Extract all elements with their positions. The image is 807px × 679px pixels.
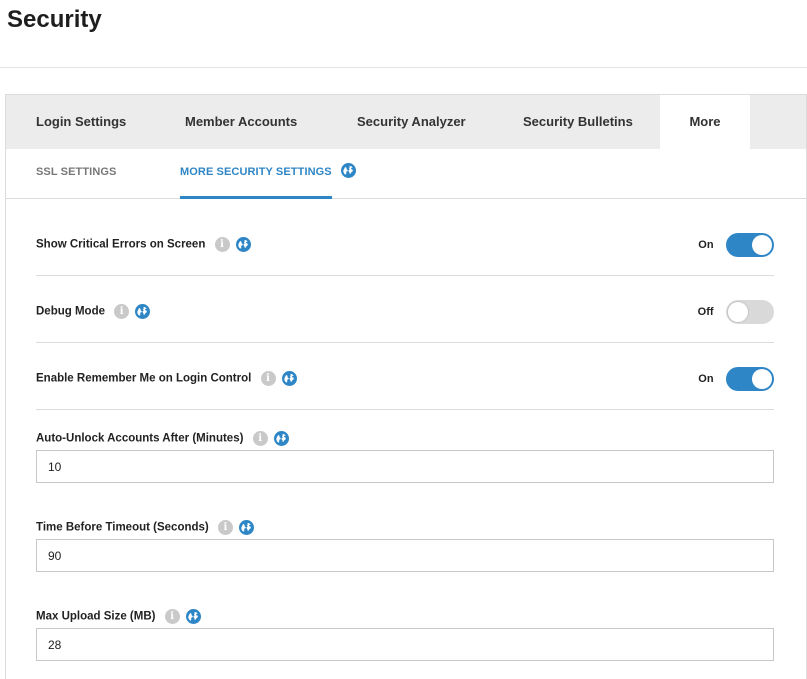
timeout-label-group: Time Before Timeout (Seconds) i xyxy=(36,520,255,535)
subtab-ssl-settings[interactable]: SSL SETTINGS xyxy=(36,166,116,178)
max-upload-label-group: Max Upload Size (MB) i xyxy=(36,609,201,624)
info-icon[interactable]: i xyxy=(252,431,268,446)
subtab-more-security-settings[interactable]: MORE SECURITY SETTINGS xyxy=(180,163,356,179)
remember-me-label: Enable Remember Me on Login Control xyxy=(36,372,252,385)
tab-more[interactable]: More xyxy=(660,95,750,149)
critical-errors-toggle-group: On xyxy=(698,233,774,257)
toggle-knob xyxy=(752,369,772,389)
debug-mode-toggle[interactable] xyxy=(726,300,774,324)
settings-panel: Login Settings Member Accounts Security … xyxy=(5,94,807,679)
setting-row-critical-errors: Show Critical Errors on Screen i On xyxy=(36,233,774,257)
subtab-label: MORE SECURITY SETTINGS xyxy=(180,166,332,179)
globe-icon xyxy=(185,609,201,624)
globe-icon xyxy=(135,304,151,319)
setting-row-max-upload: Max Upload Size (MB) i xyxy=(36,607,774,627)
debug-mode-label-group: Debug Mode i xyxy=(36,304,151,319)
globe-icon xyxy=(235,237,251,252)
row-divider xyxy=(36,342,774,343)
auto-unlock-input[interactable] xyxy=(36,450,774,483)
setting-row-remember-me: Enable Remember Me on Login Control i On xyxy=(36,367,774,391)
max-upload-input[interactable] xyxy=(36,628,774,661)
timeout-label: Time Before Timeout (Seconds) xyxy=(36,521,209,534)
setting-row-debug-mode: Debug Mode i Off xyxy=(36,300,774,324)
remember-me-toggle[interactable] xyxy=(726,367,774,391)
globe-icon xyxy=(273,431,289,446)
toggle-knob xyxy=(728,302,748,322)
setting-row-auto-unlock: Auto-Unlock Accounts After (Minutes) i xyxy=(36,429,774,449)
setting-row-timeout: Time Before Timeout (Seconds) i xyxy=(36,518,774,538)
globe-icon xyxy=(340,163,356,179)
critical-errors-label: Show Critical Errors on Screen xyxy=(36,238,206,251)
remember-me-state: On xyxy=(698,373,714,385)
timeout-input[interactable] xyxy=(36,539,774,572)
tab-login-settings[interactable]: Login Settings xyxy=(36,95,126,149)
debug-mode-label: Debug Mode xyxy=(36,305,105,318)
critical-errors-state: On xyxy=(698,239,714,251)
tab-member-accounts[interactable]: Member Accounts xyxy=(185,95,297,149)
globe-icon xyxy=(239,520,255,535)
title-divider xyxy=(0,67,807,68)
info-icon[interactable]: i xyxy=(214,237,230,252)
remember-me-label-group: Enable Remember Me on Login Control i xyxy=(36,371,297,386)
tab-security-analyzer[interactable]: Security Analyzer xyxy=(357,95,466,149)
active-subtab-indicator xyxy=(180,196,332,199)
max-upload-label: Max Upload Size (MB) xyxy=(36,610,156,623)
info-icon[interactable]: i xyxy=(260,371,276,386)
row-divider xyxy=(36,409,774,410)
debug-mode-toggle-group: Off xyxy=(698,300,774,324)
critical-errors-toggle[interactable] xyxy=(726,233,774,257)
critical-errors-label-group: Show Critical Errors on Screen i xyxy=(36,237,251,252)
debug-mode-state: Off xyxy=(697,306,714,318)
info-icon[interactable]: i xyxy=(164,609,180,624)
row-divider xyxy=(36,275,774,276)
tab-security-bulletins[interactable]: Security Bulletins xyxy=(523,95,633,149)
auto-unlock-label: Auto-Unlock Accounts After (Minutes) xyxy=(36,432,244,445)
auto-unlock-label-group: Auto-Unlock Accounts After (Minutes) i xyxy=(36,431,289,446)
toggle-knob xyxy=(752,235,772,255)
info-icon[interactable]: i xyxy=(217,520,233,535)
tab-bar: Login Settings Member Accounts Security … xyxy=(6,95,806,149)
subtab-bar: SSL SETTINGS MORE SECURITY SETTINGS xyxy=(6,149,806,199)
page-title: Security xyxy=(7,6,102,33)
remember-me-toggle-group: On xyxy=(698,367,774,391)
info-icon[interactable]: i xyxy=(114,304,130,319)
globe-icon xyxy=(281,371,297,386)
